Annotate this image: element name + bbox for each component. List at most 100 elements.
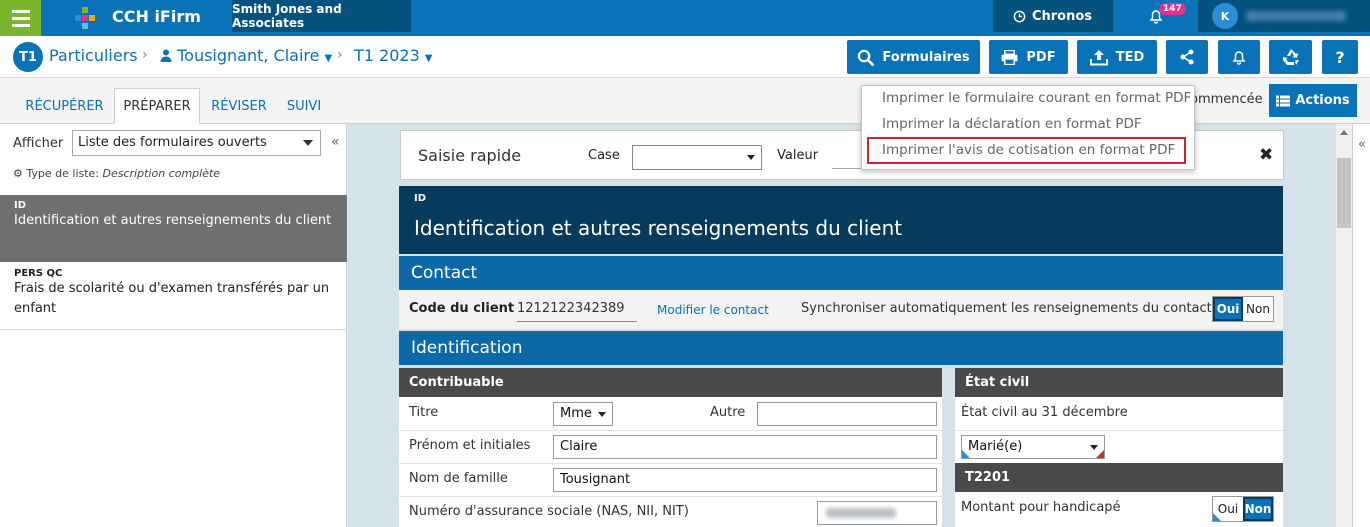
breadcrumb-module[interactable]: Particuliers xyxy=(49,46,138,65)
breadcrumb-year[interactable]: T1 2023 ▼ xyxy=(354,46,432,65)
ted-button[interactable]: TED xyxy=(1077,40,1157,74)
breadcrumb-year-label: T1 2023 xyxy=(354,46,420,65)
sync-toggle[interactable]: Oui Non xyxy=(1212,296,1274,322)
ted-label: TED xyxy=(1115,49,1145,65)
list-type-info: ⚙ Type de liste: Description complète xyxy=(13,167,220,180)
scroll-thumb[interactable] xyxy=(1337,158,1351,228)
identification-section-header: Identification xyxy=(399,331,1283,365)
first-name-label: Prénom et initiales xyxy=(409,438,531,453)
sin-input[interactable] xyxy=(817,501,937,525)
civil-status-select[interactable]: Marié(e) xyxy=(961,435,1105,459)
title-select[interactable]: Mme xyxy=(553,402,613,426)
chevron-right-icon: › xyxy=(337,47,343,63)
return-status: ommencée xyxy=(1190,92,1263,107)
menu-item-print-return[interactable]: Imprimer la déclaration en format PDF xyxy=(882,116,1142,132)
expand-panel-icon[interactable]: « xyxy=(1358,137,1366,152)
user-name-blurred xyxy=(1246,11,1346,21)
gear-icon: ⚙ xyxy=(13,167,23,180)
breadcrumb-client[interactable]: Tousignant, Claire ▼ xyxy=(160,46,332,65)
sin-label: Numéro d'assurance sociale (NAS, NII, NI… xyxy=(409,504,689,519)
case-select[interactable] xyxy=(632,145,762,170)
sync-no[interactable]: Non xyxy=(1243,297,1273,321)
notifications-button[interactable] xyxy=(1112,0,1198,32)
alerts-button[interactable] xyxy=(1218,40,1260,74)
module-icon: T1 xyxy=(13,42,43,72)
title-label: Titre xyxy=(409,405,439,420)
last-name-input[interactable]: Tousignant xyxy=(553,468,937,492)
case-label: Case xyxy=(588,148,620,163)
menu-item-print-current-form[interactable]: Imprimer le formulaire courant en format… xyxy=(882,90,1191,106)
actions-label: Actions xyxy=(1295,93,1350,108)
client-code-label: Code du client xyxy=(409,301,515,316)
tab-recuperer[interactable]: RÉCUPÉRER xyxy=(16,88,113,124)
divider xyxy=(0,329,347,330)
client-code-value[interactable]: 1212122342389 xyxy=(517,301,625,316)
form-header-code: ID xyxy=(414,193,427,204)
tab-suivi[interactable]: SUIVI xyxy=(278,88,330,124)
first-name-input[interactable]: Claire xyxy=(553,435,937,459)
caret-down-icon: ▼ xyxy=(424,53,433,64)
actions-button[interactable]: Actions xyxy=(1269,84,1357,117)
disability-label: Montant pour handicapé xyxy=(961,500,1121,515)
scroll-up-icon[interactable] xyxy=(1340,130,1348,135)
sync-yes[interactable]: Oui xyxy=(1213,297,1243,321)
row-divider xyxy=(955,430,1283,431)
disability-yes[interactable]: Oui xyxy=(1213,497,1243,521)
caret-down-icon xyxy=(747,155,755,160)
form-desc: Frais de scolarité ou d'examen transféré… xyxy=(14,281,330,316)
title-value: Mme xyxy=(560,406,592,421)
printer-icon xyxy=(1001,49,1018,65)
row-divider xyxy=(399,496,942,497)
help-button[interactable]: ? xyxy=(1322,40,1358,74)
civil-status-value: Marié(e) xyxy=(968,439,1023,454)
breadcrumb-client-label: Tousignant, Claire xyxy=(177,46,320,65)
bell-icon xyxy=(1232,51,1246,65)
form-code: PERS QC xyxy=(14,268,63,279)
quick-entry-title: Saisie rapide xyxy=(418,146,522,165)
avatar: K xyxy=(1212,3,1238,29)
hamburger-icon xyxy=(11,8,30,29)
list-icon xyxy=(1276,95,1291,106)
civil-dec-label: État civil au 31 décembre xyxy=(961,405,1128,420)
formulaires-button[interactable]: Formulaires xyxy=(847,40,980,74)
type-value: Description complète xyxy=(102,167,221,180)
notification-badge: 147 xyxy=(1159,3,1186,15)
chronos-button[interactable]: Chronos xyxy=(993,0,1112,32)
disability-toggle[interactable]: Oui Non xyxy=(1212,496,1274,522)
formulaires-label: Formulaires xyxy=(882,49,970,65)
tab-preparer[interactable]: PRÉPARER xyxy=(114,88,200,124)
form-item-pers-qc[interactable]: PERS QC Frais de scolarité ou d'examen t… xyxy=(0,263,347,329)
other-input[interactable] xyxy=(757,402,937,426)
pdf-button[interactable]: PDF xyxy=(989,40,1068,74)
user-menu[interactable]: K xyxy=(1198,0,1370,32)
tab-reviser[interactable]: RÉVISER xyxy=(201,88,277,124)
form-header-title: Identification et autres renseignements … xyxy=(414,216,903,240)
search-icon xyxy=(858,49,875,66)
type-label: Type de liste: xyxy=(26,167,100,180)
form-code: ID xyxy=(14,200,27,211)
upload-icon xyxy=(1089,49,1108,65)
list-type-select[interactable]: Liste des formulaires ouverts xyxy=(72,130,321,156)
civil-status-header: État civil xyxy=(955,368,1283,397)
share-button[interactable] xyxy=(1166,40,1208,74)
firm-selector[interactable]: Smith Jones and Associates xyxy=(232,0,411,32)
modify-contact-link[interactable]: Modifier le contact xyxy=(657,303,769,317)
recycle-button[interactable] xyxy=(1269,40,1312,74)
sync-label: Synchroniser automatiquement les renseig… xyxy=(801,301,1212,316)
t2201-header: T2201 xyxy=(955,463,1283,492)
disability-no[interactable]: Non xyxy=(1243,497,1273,521)
clock-icon xyxy=(1013,10,1026,22)
caret-down-icon xyxy=(598,412,606,417)
value-label: Valeur xyxy=(777,148,819,163)
app-title: CCH iFirm xyxy=(112,7,201,26)
form-item-id[interactable]: ID Identification et autres renseignemen… xyxy=(0,195,347,262)
chronos-label: Chronos xyxy=(1031,8,1093,24)
collapse-panel-icon[interactable]: « xyxy=(331,134,340,150)
chevron-right-icon: › xyxy=(142,47,148,63)
last-name-label: Nom de famille xyxy=(409,471,508,486)
menu-button[interactable] xyxy=(0,0,41,36)
pdf-label: PDF xyxy=(1026,49,1056,65)
close-icon[interactable]: ✖ xyxy=(1259,145,1273,165)
recycle-icon xyxy=(1282,49,1299,65)
contact-section-header: Contact xyxy=(399,256,1283,290)
